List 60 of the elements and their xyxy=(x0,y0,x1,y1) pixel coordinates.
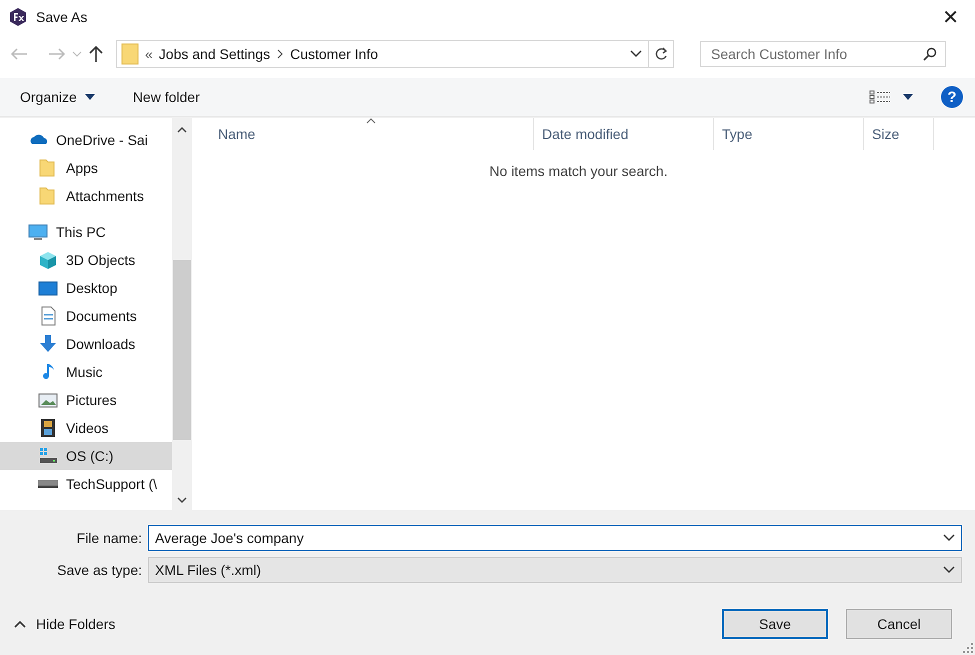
search-icon xyxy=(923,47,937,61)
breadcrumb-item[interactable]: Jobs and Settings xyxy=(158,46,270,62)
sort-ascending-icon xyxy=(366,118,376,124)
cube-icon xyxy=(38,250,58,270)
scroll-down-icon[interactable] xyxy=(177,496,187,504)
navigation-item[interactable]: Apps xyxy=(0,154,172,182)
column-header[interactable]: Date modified xyxy=(534,118,714,150)
caret-down-icon xyxy=(84,94,95,100)
navigation-item[interactable]: Downloads xyxy=(0,330,172,358)
scrollbar[interactable] xyxy=(172,118,192,510)
network-drive-icon xyxy=(38,480,58,488)
navigation-item[interactable]: Pictures xyxy=(0,386,172,414)
new-folder-button[interactable]: New folder xyxy=(132,85,200,109)
dialog-button[interactable]: Cancel xyxy=(846,609,952,639)
folder-icon xyxy=(121,43,139,65)
overflow-chevron[interactable]: « xyxy=(145,46,153,62)
scroll-up-icon[interactable] xyxy=(177,126,187,134)
caret-down-icon[interactable] xyxy=(903,94,913,100)
resize-grip-icon xyxy=(963,643,973,653)
navigation-item[interactable]: Videos xyxy=(0,414,172,442)
navigation-item[interactable]: Music xyxy=(0,358,172,386)
navigation-item[interactable]: Desktop xyxy=(0,274,172,302)
chevron-up-icon xyxy=(14,620,26,628)
chevron-down-icon xyxy=(943,566,955,574)
navigation-item[interactable]: OneDrive - Sai xyxy=(0,126,172,154)
address-bar[interactable]: « Jobs and Settings Customer Info xyxy=(116,40,674,68)
up-arrow-icon[interactable] xyxy=(88,45,104,63)
navigation-item[interactable]: OS (C:) xyxy=(0,442,172,470)
file-type-dropdown[interactable]: XML Files (*.xml) xyxy=(148,557,962,583)
search-field[interactable]: Search Customer Info xyxy=(700,41,946,67)
field-label: File name: xyxy=(76,530,143,546)
file-name-field[interactable]: Average Joe's company xyxy=(148,525,962,551)
organize-menu[interactable]: Organize xyxy=(20,85,95,109)
column-header[interactable]: Size xyxy=(864,118,934,150)
field-label: Save as type: xyxy=(56,562,143,578)
close-button[interactable]: ✕ xyxy=(934,4,967,30)
navigation-item[interactable]: Attachments xyxy=(0,182,172,210)
monitor-icon xyxy=(28,222,48,242)
navigation-item[interactable]: This PC xyxy=(0,218,172,246)
app-logo-icon xyxy=(8,7,28,27)
hide-folders-button[interactable]: Hide Folders xyxy=(14,616,116,632)
refresh-icon[interactable] xyxy=(654,47,668,61)
chevron-down-icon[interactable] xyxy=(943,534,955,542)
navigation-item[interactable]: TechSupport (\ xyxy=(0,470,172,498)
chevron-right-icon xyxy=(276,49,284,59)
empty-message: No items match your search. xyxy=(488,163,669,179)
column-header[interactable]: Type xyxy=(714,118,864,150)
navigation-item[interactable]: Documents xyxy=(0,302,172,330)
window-title: Save As xyxy=(36,9,88,25)
chevron-down-icon[interactable] xyxy=(630,50,642,58)
column-header[interactable]: Name xyxy=(192,118,534,150)
dialog-button[interactable]: Save xyxy=(722,609,828,639)
navigation-item[interactable]: 3D Objects xyxy=(0,246,172,274)
download-arrow-icon xyxy=(38,334,58,354)
view-options-icon[interactable] xyxy=(869,90,891,104)
help-button[interactable]: ? xyxy=(941,86,963,108)
file-name-input[interactable]: Average Joe's company xyxy=(155,530,943,546)
breadcrumb-item[interactable]: Customer Info xyxy=(290,46,378,62)
film-strip-icon xyxy=(38,418,58,438)
drive-icon xyxy=(38,446,58,466)
